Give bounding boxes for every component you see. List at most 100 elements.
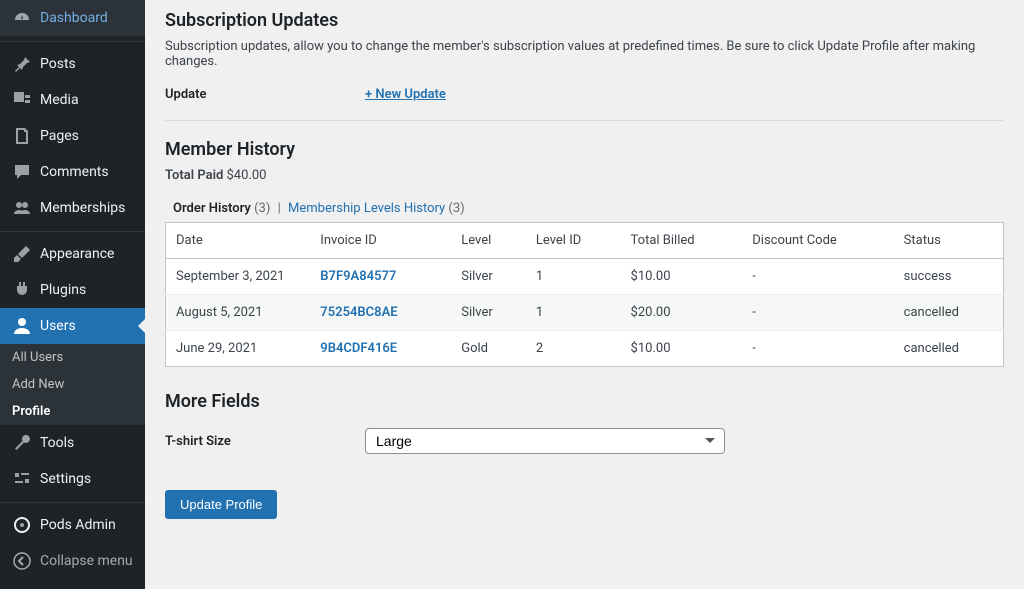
users-submenu: All Users Add New Profile [0, 344, 145, 425]
comment-icon [12, 162, 32, 182]
tshirt-select-wrap: Large [365, 428, 725, 454]
invoice-link[interactable]: 9B4CDF416E [320, 341, 397, 356]
cell-date: June 29, 2021 [166, 331, 311, 367]
update-label: Update [165, 87, 365, 102]
sidebar-item-memberships[interactable]: Memberships [0, 190, 145, 226]
group-icon [12, 198, 32, 218]
col-discount-code: Discount Code [742, 223, 893, 259]
cell-level-id: 1 [526, 259, 621, 295]
col-date: Date [166, 223, 311, 259]
invoice-link[interactable]: 75254BC8AE [320, 305, 397, 320]
cell-level: Gold [451, 331, 526, 367]
total-paid-value: $40.00 [227, 168, 267, 183]
tab-order-history[interactable]: Order History [173, 201, 251, 216]
collapse-icon [12, 551, 32, 571]
tshirt-label: T-shirt Size [165, 434, 365, 449]
cell-level: Silver [451, 295, 526, 331]
sidebar-label: Posts [40, 56, 76, 72]
cell-status: cancelled [894, 331, 1004, 367]
update-row: Update + New Update [165, 87, 1004, 102]
member-history-heading: Member History [165, 139, 1004, 160]
update-profile-button[interactable]: Update Profile [165, 490, 277, 519]
sidebar-item-media[interactable]: Media [0, 82, 145, 118]
sidebar-item-posts[interactable]: Posts [0, 46, 145, 82]
sidebar-label: Comments [40, 164, 109, 180]
cell-date: September 3, 2021 [166, 259, 311, 295]
sidebar-label: Dashboard [40, 10, 108, 26]
user-icon [12, 316, 32, 336]
cell-discount: - [742, 331, 893, 367]
tab-levels-history[interactable]: Membership Levels History [288, 201, 445, 216]
sidebar-item-collapse[interactable]: Collapse menu [0, 543, 145, 579]
settings-icon [12, 469, 32, 489]
more-fields-heading: More Fields [165, 391, 1004, 412]
sidebar-item-settings[interactable]: Settings [0, 461, 145, 497]
table-row: September 3, 2021 B7F9A84577 Silver 1 $1… [166, 259, 1004, 295]
sidebar-label: Media [40, 92, 79, 108]
sidebar-label: Pods Admin [40, 517, 116, 533]
tab-levels-count: (3) [448, 201, 464, 216]
sidebar-label: Plugins [40, 282, 86, 298]
sidebar-label: Tools [40, 435, 74, 451]
media-icon [12, 90, 32, 110]
cell-total: $20.00 [621, 295, 743, 331]
wrench-icon [12, 433, 32, 453]
sidebar-item-appearance[interactable]: Appearance [0, 236, 145, 272]
tab-order-count: (3) [254, 201, 270, 216]
table-header-row: Date Invoice ID Level Level ID Total Bil… [166, 223, 1004, 259]
submenu-item-all-users[interactable]: All Users [0, 344, 145, 371]
tab-separator: | [278, 201, 281, 216]
cell-discount: - [742, 259, 893, 295]
history-tabs: Order History (3) | Membership Levels Hi… [165, 201, 1004, 222]
col-status: Status [894, 223, 1004, 259]
submenu-item-add-new[interactable]: Add New [0, 371, 145, 398]
sidebar-item-users[interactable]: Users [0, 308, 145, 344]
table-row: June 29, 2021 9B4CDF416E Gold 2 $10.00 -… [166, 331, 1004, 367]
cell-status: cancelled [894, 295, 1004, 331]
cell-level-id: 1 [526, 295, 621, 331]
cell-status: success [894, 259, 1004, 295]
cell-date: August 5, 2021 [166, 295, 311, 331]
sidebar-label: Users [40, 318, 76, 334]
subscription-updates-heading: Subscription Updates [165, 10, 1004, 31]
sidebar-item-plugins[interactable]: Plugins [0, 272, 145, 308]
sidebar-item-comments[interactable]: Comments [0, 154, 145, 190]
cell-discount: - [742, 295, 893, 331]
col-level-id: Level ID [526, 223, 621, 259]
sidebar-label: Collapse menu [40, 553, 133, 569]
table-row: August 5, 2021 75254BC8AE Silver 1 $20.0… [166, 295, 1004, 331]
sidebar-item-pages[interactable]: Pages [0, 118, 145, 154]
invoice-link[interactable]: B7F9A84577 [320, 269, 396, 284]
main-content: Subscription Updates Subscription update… [145, 0, 1024, 589]
divider [165, 120, 1004, 121]
brush-icon [12, 244, 32, 264]
sidebar-label: Appearance [40, 246, 114, 262]
tshirt-row: T-shirt Size Large [165, 428, 1004, 454]
total-paid-label: Total Paid [165, 168, 223, 183]
sidebar-item-tools[interactable]: Tools [0, 425, 145, 461]
plug-icon [12, 280, 32, 300]
sidebar-item-dashboard[interactable]: Dashboard [0, 0, 145, 36]
order-history-table: Date Invoice ID Level Level ID Total Bil… [165, 222, 1004, 367]
col-total-billed: Total Billed [621, 223, 743, 259]
new-update-link[interactable]: + New Update [365, 87, 446, 102]
col-level: Level [451, 223, 526, 259]
cell-level: Silver [451, 259, 526, 295]
submenu-item-profile[interactable]: Profile [0, 398, 145, 425]
pin-icon [12, 54, 32, 74]
total-paid: Total Paid $40.00 [165, 168, 1004, 183]
tshirt-select[interactable]: Large [365, 428, 725, 454]
col-invoice: Invoice ID [310, 223, 451, 259]
dashboard-icon [12, 8, 32, 28]
sidebar-item-pods-admin[interactable]: Pods Admin [0, 507, 145, 543]
cell-total: $10.00 [621, 259, 743, 295]
admin-sidebar: Dashboard Posts Media Pages Comments Mem… [0, 0, 145, 589]
cell-total: $10.00 [621, 331, 743, 367]
sidebar-label: Memberships [40, 200, 125, 216]
sidebar-label: Settings [40, 471, 91, 487]
page-icon [12, 126, 32, 146]
sidebar-label: Pages [40, 128, 79, 144]
subscription-description: Subscription updates, allow you to chang… [165, 39, 1004, 69]
cell-level-id: 2 [526, 331, 621, 367]
pods-icon [12, 515, 32, 535]
